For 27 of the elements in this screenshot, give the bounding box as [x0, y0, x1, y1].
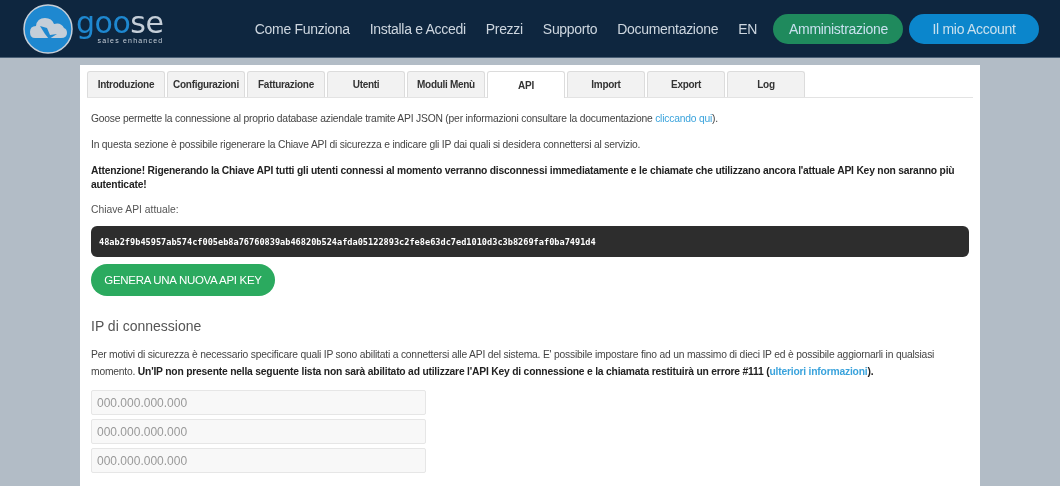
paragraph: In questa sezione è possibile rigenerare la Chiave API di sicurezza e indicare gli IP dai quali si desidera connettersi al servizio. — [91, 138, 642, 152]
ip-input-field[interactable]: 000.000.000.000 — [91, 448, 426, 473]
section-title: IP di connessione — [91, 318, 203, 334]
tab[interactable]: Export — [647, 71, 725, 97]
tab[interactable]: Introduzione — [87, 71, 165, 97]
tab[interactable]: Utenti — [327, 71, 405, 97]
cloud-bird-logo-icon — [23, 3, 73, 54]
ip-input-field[interactable]: 000.000.000.000 — [91, 419, 426, 444]
api-key-field: 48ab2f9b45957ab574cf005eb8a76760839ab46820b524afda05122893c2fe8e63dc7ed1010d3c3b8269faf0ba7491d4 — [91, 226, 969, 257]
tab[interactable]: Moduli Menù — [407, 71, 485, 97]
ip-input-field[interactable]: 000.000.000.000 — [91, 390, 426, 415]
paragraph: Goose permette la connessione al proprio database aziendale tramite API JSON (per informazioni consultare la documentazione cliccando qui). — [91, 112, 719, 126]
tab[interactable]: Configurazioni — [167, 71, 245, 97]
tab[interactable]: Fatturazione — [247, 71, 325, 97]
field-label: Chiave API attuale: — [91, 204, 180, 215]
nav-link[interactable]: EN — [738, 20, 757, 37]
nav-link[interactable]: Documentazione — [617, 20, 719, 37]
nav-link[interactable]: Installa e Accedi — [369, 20, 466, 37]
tab[interactable]: API — [487, 71, 565, 98]
tab[interactable]: Import — [567, 71, 645, 97]
nav-link[interactable]: Supporto — [542, 20, 598, 37]
nav-link[interactable]: Come Funziona — [254, 20, 350, 37]
paragraph: Per motivi di sicurezza è necessario specificare quali IP sono abilitati a connettersi alle API del sistema. E' possibile impostare fino ad un massimo di dieci IP ed è possibile aggiornarli in qualsiasi momento. Un'IP non presente nella seguente lista non sarà abilitato ad utilizzare l'API Key di connessione e la chiamata restituirà un errore #111 (ulteriori informazioni). — [91, 348, 936, 379]
paragraph: Attenzione! Rigenerando la Chiave API tutti gli utenti connessi al momento verranno disconnessi immediatamente e le chiamate che utilizzano ancora l'attuale API Key non saranno più autenticate! — [91, 164, 956, 192]
tab[interactable]: Log — [727, 71, 805, 97]
logo-wordmark: goose — [76, 7, 164, 38]
nav-link[interactable]: Prezzi — [485, 20, 523, 37]
